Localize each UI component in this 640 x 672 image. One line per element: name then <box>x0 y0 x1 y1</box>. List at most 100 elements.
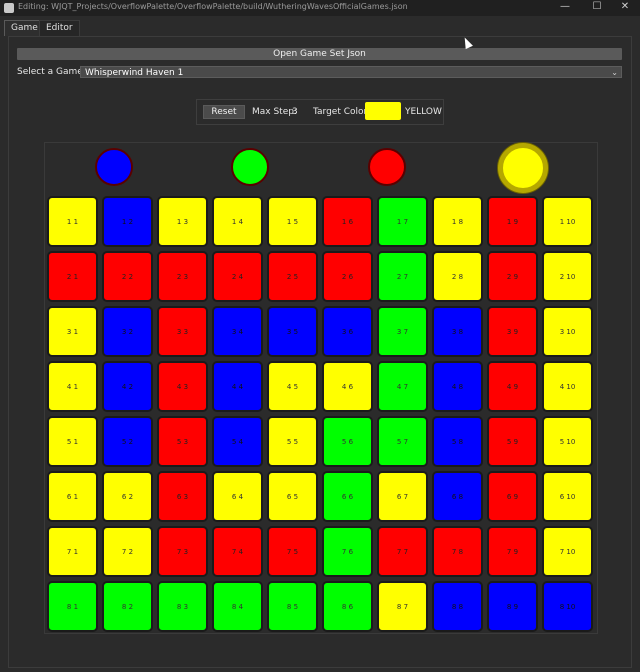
grid-cell[interactable]: 7 4 <box>212 526 263 577</box>
grid-cell[interactable]: 4 6 <box>322 361 373 412</box>
grid-cell[interactable]: 4 7 <box>377 361 428 412</box>
grid-cell[interactable]: 6 6 <box>322 471 373 522</box>
grid-cell[interactable]: 8 10 <box>542 581 593 632</box>
grid-cell[interactable]: 2 7 <box>377 251 428 302</box>
maximize-button[interactable]: ☐ <box>582 0 612 16</box>
grid-cell[interactable]: 2 1 <box>47 251 98 302</box>
grid-cell[interactable]: 1 1 <box>47 196 98 247</box>
grid-cell[interactable]: 7 6 <box>322 526 373 577</box>
grid-cell[interactable]: 6 2 <box>102 471 153 522</box>
grid-cell[interactable]: 3 6 <box>322 306 373 357</box>
grid-cell[interactable]: 8 9 <box>487 581 538 632</box>
grid-cell[interactable]: 4 3 <box>157 361 208 412</box>
target-color-swatch <box>365 102 401 120</box>
grid-cell[interactable]: 3 3 <box>157 306 208 357</box>
grid-cell[interactable]: 1 7 <box>377 196 428 247</box>
grid-cell[interactable]: 5 1 <box>47 416 98 467</box>
grid-cell[interactable]: 3 10 <box>542 306 593 357</box>
grid-cell[interactable]: 4 10 <box>542 361 593 412</box>
grid-cell[interactable]: 8 3 <box>157 581 208 632</box>
grid-cell[interactable]: 5 5 <box>267 416 318 467</box>
grid-cell[interactable]: 6 5 <box>267 471 318 522</box>
grid-cell[interactable]: 1 6 <box>322 196 373 247</box>
grid-cell[interactable]: 2 5 <box>267 251 318 302</box>
grid-cell[interactable]: 2 9 <box>487 251 538 302</box>
grid-cell[interactable]: 3 4 <box>212 306 263 357</box>
grid-cell[interactable]: 1 9 <box>487 196 538 247</box>
grid-cell[interactable]: 1 2 <box>102 196 153 247</box>
grid-cell[interactable]: 4 9 <box>487 361 538 412</box>
grid-cell[interactable]: 7 8 <box>432 526 483 577</box>
grid-cell[interactable]: 4 1 <box>47 361 98 412</box>
grid-cell[interactable]: 1 4 <box>212 196 263 247</box>
palette-green-button[interactable] <box>231 148 269 186</box>
tab-editor[interactable]: Editor <box>39 20 80 36</box>
grid-cell[interactable]: 5 4 <box>212 416 263 467</box>
grid-cell[interactable]: 6 10 <box>542 471 593 522</box>
grid-cell[interactable]: 7 2 <box>102 526 153 577</box>
grid-cell[interactable]: 4 8 <box>432 361 483 412</box>
grid-cell[interactable]: 5 3 <box>157 416 208 467</box>
grid-cell[interactable]: 1 5 <box>267 196 318 247</box>
grid-cell[interactable]: 7 5 <box>267 526 318 577</box>
grid-cell[interactable]: 5 10 <box>542 416 593 467</box>
grid-cell[interactable]: 7 7 <box>377 526 428 577</box>
select-game-label: Select a Game: <box>17 67 86 77</box>
grid-cell[interactable]: 7 3 <box>157 526 208 577</box>
grid-cell[interactable]: 6 3 <box>157 471 208 522</box>
window-title: Editing: WJQT_Projects/OverflowPalette/O… <box>18 2 408 11</box>
grid-cell[interactable]: 8 7 <box>377 581 428 632</box>
grid-cell[interactable]: 5 6 <box>322 416 373 467</box>
grid-cell[interactable]: 4 4 <box>212 361 263 412</box>
grid-cell[interactable]: 3 9 <box>487 306 538 357</box>
grid-cell[interactable]: 4 5 <box>267 361 318 412</box>
close-button[interactable]: ✕ <box>610 0 640 16</box>
grid-cell[interactable]: 6 4 <box>212 471 263 522</box>
controls-bar: Reset Max Step: 3 Target Color: YELLOW <box>196 99 444 125</box>
grid-cell[interactable]: 2 6 <box>322 251 373 302</box>
grid-cell[interactable]: 3 1 <box>47 306 98 357</box>
grid-cell[interactable]: 1 10 <box>542 196 593 247</box>
grid-cell[interactable]: 8 4 <box>212 581 263 632</box>
grid-cell[interactable]: 3 8 <box>432 306 483 357</box>
palette-yellow-button[interactable] <box>498 143 548 193</box>
grid-cell[interactable]: 5 9 <box>487 416 538 467</box>
palette-blue-button[interactable] <box>95 148 133 186</box>
grid-cell[interactable]: 1 3 <box>157 196 208 247</box>
game-select-value: Whisperwind Haven 1 <box>85 68 184 78</box>
max-step-value: 3 <box>292 107 298 117</box>
grid-cell[interactable]: 8 6 <box>322 581 373 632</box>
grid-cell[interactable]: 2 2 <box>102 251 153 302</box>
grid-cell[interactable]: 4 2 <box>102 361 153 412</box>
grid-cell[interactable]: 7 10 <box>542 526 593 577</box>
grid-cell[interactable]: 5 2 <box>102 416 153 467</box>
max-step-label: Max Step: <box>252 107 297 117</box>
grid-cell[interactable]: 5 7 <box>377 416 428 467</box>
grid-cell[interactable]: 2 10 <box>542 251 593 302</box>
game-select[interactable]: Whisperwind Haven 1 ⌄ <box>80 66 622 78</box>
grid-cell[interactable]: 3 2 <box>102 306 153 357</box>
grid-cell[interactable]: 2 3 <box>157 251 208 302</box>
grid-cell[interactable]: 6 9 <box>487 471 538 522</box>
color-grid: 1 11 21 31 41 51 61 71 81 91 10 2 12 22 3… <box>47 196 593 632</box>
grid-cell[interactable]: 7 1 <box>47 526 98 577</box>
grid-cell[interactable]: 8 8 <box>432 581 483 632</box>
palette-red-button[interactable] <box>368 148 406 186</box>
grid-cell[interactable]: 6 7 <box>377 471 428 522</box>
grid-cell[interactable]: 1 8 <box>432 196 483 247</box>
grid-cell[interactable]: 6 8 <box>432 471 483 522</box>
grid-cell[interactable]: 8 1 <box>47 581 98 632</box>
grid-cell[interactable]: 8 2 <box>102 581 153 632</box>
grid-cell[interactable]: 3 7 <box>377 306 428 357</box>
grid-cell[interactable]: 6 1 <box>47 471 98 522</box>
open-game-set-button[interactable]: Open Game Set Json <box>17 48 622 60</box>
grid-cell[interactable]: 2 8 <box>432 251 483 302</box>
target-color-name: YELLOW <box>405 107 442 117</box>
grid-cell[interactable]: 3 5 <box>267 306 318 357</box>
grid-cell[interactable]: 7 9 <box>487 526 538 577</box>
grid-cell[interactable]: 5 8 <box>432 416 483 467</box>
grid-cell[interactable]: 2 4 <box>212 251 263 302</box>
reset-button[interactable]: Reset <box>203 105 245 119</box>
minimize-button[interactable]: — <box>550 0 580 16</box>
grid-cell[interactable]: 8 5 <box>267 581 318 632</box>
